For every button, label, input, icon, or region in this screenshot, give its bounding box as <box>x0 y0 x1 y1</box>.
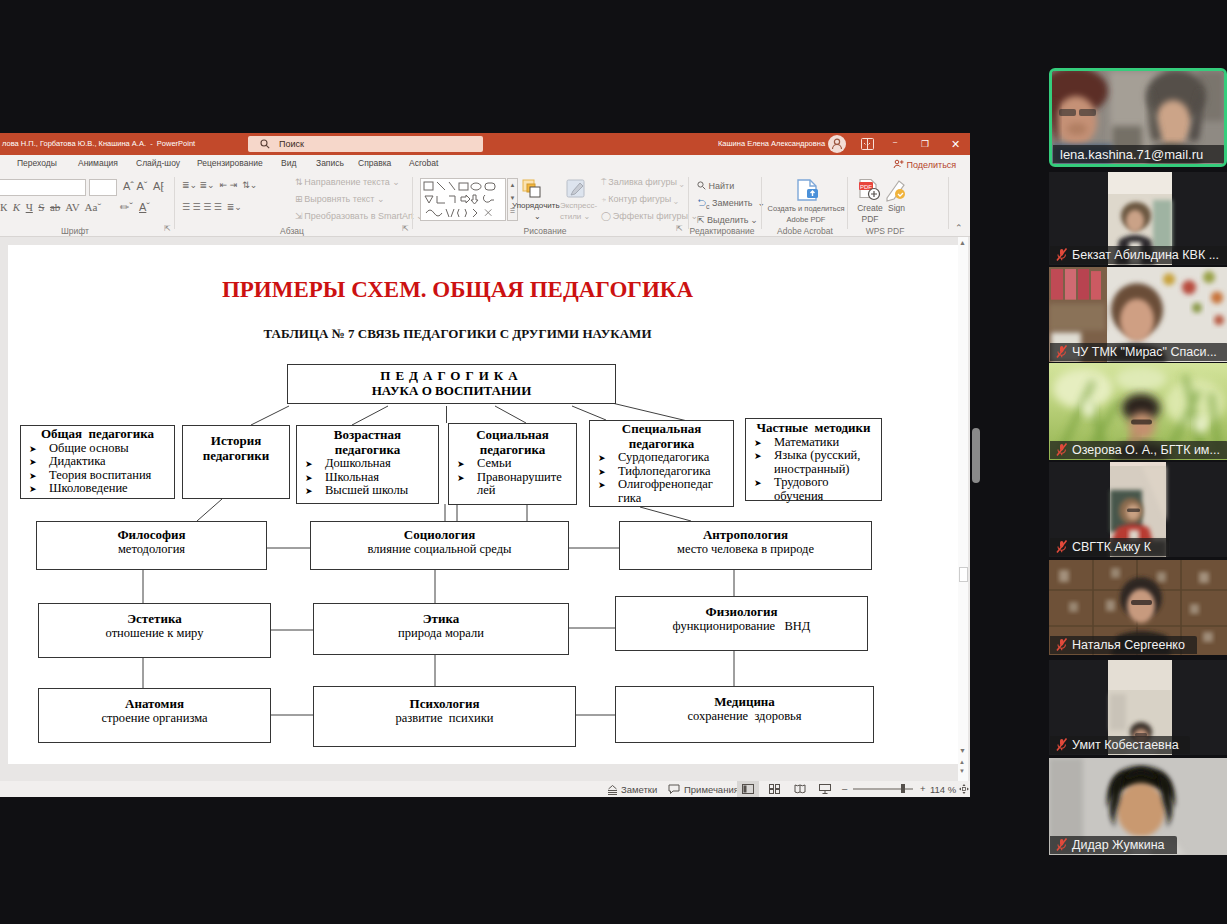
svg-text:PDF: PDF <box>860 184 872 190</box>
